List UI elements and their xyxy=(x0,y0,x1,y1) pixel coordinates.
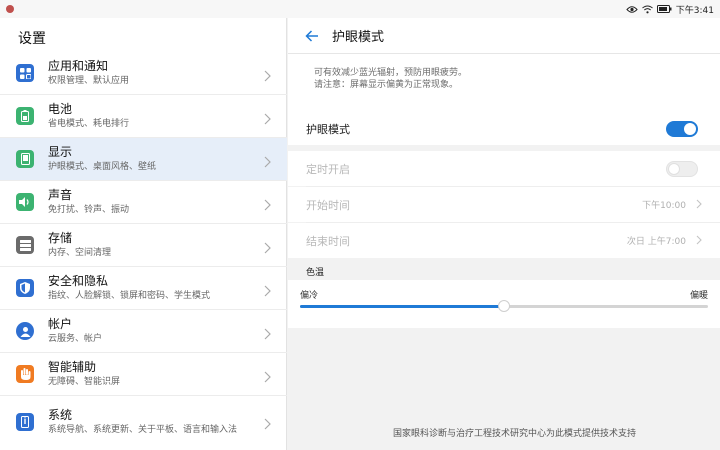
color-temp-block: 偏冷 偏暖 xyxy=(288,280,720,328)
back-button[interactable] xyxy=(302,26,322,46)
color-temp-slider[interactable] xyxy=(300,300,708,312)
chevron-right-icon xyxy=(264,325,271,344)
chevron-right-icon xyxy=(264,239,271,258)
chevron-right-icon xyxy=(264,368,271,387)
slider-fill xyxy=(300,305,504,308)
temp-cold-label: 偏冷 xyxy=(300,291,319,301)
toggle-knob xyxy=(668,162,680,175)
sidebar-item-account[interactable]: 帐户 云服务、帐户 xyxy=(0,310,287,353)
eye-comfort-row[interactable]: 护眼模式 xyxy=(288,112,720,145)
battery-icon xyxy=(16,107,34,125)
sidebar-item-title: 智能辅助 xyxy=(48,360,97,374)
page-title: 护眼模式 xyxy=(332,30,385,45)
eye-comfort-toggle[interactable] xyxy=(666,120,698,137)
start-time-value: 下午10:00 xyxy=(642,201,686,211)
notification-icon xyxy=(6,5,14,13)
sidebar-item-assist[interactable]: 智能辅助 无障碍、智能识屏 xyxy=(0,353,287,396)
chevron-right-icon xyxy=(264,67,271,86)
sidebar-item-subtitle: 云服务、帐户 xyxy=(48,334,103,344)
end-time-label: 结束时间 xyxy=(306,234,350,248)
sidebar-item-title: 应用和通知 xyxy=(48,59,109,73)
scheduled-toggle[interactable] xyxy=(666,160,698,177)
end-time-value: 次日 上午7:00 xyxy=(626,237,686,247)
sidebar-item-display[interactable]: 显示 护眼模式、桌面风格、壁纸 xyxy=(0,138,287,181)
sidebar-item-title: 存储 xyxy=(48,231,73,245)
arrow-left-icon xyxy=(305,29,318,42)
status-time: 下午3:41 xyxy=(675,5,714,16)
start-time-row[interactable]: 开始时间 下午10:00 xyxy=(288,187,720,222)
shield-icon xyxy=(16,279,34,297)
slider-thumb[interactable] xyxy=(498,300,510,312)
chevron-right-icon xyxy=(264,196,271,215)
description-line: 请注意：屏幕显示偏黄为正常现象。 xyxy=(314,80,459,90)
tech-support-note: 国家眼科诊断与治疗工程技术研究中心为此模式提供技术支持 xyxy=(392,429,636,439)
toggle-knob xyxy=(684,122,696,135)
mode-description: 可有效减少蓝光辐射，预防用眼疲劳。 请注意：屏幕显示偏黄为正常现象。 xyxy=(288,54,720,112)
display-icon xyxy=(16,150,34,168)
sidebar-item-title: 系统 xyxy=(48,408,73,422)
sidebar-item-system[interactable]: 系统 系统导航、系统更新、关于平板、语言和输入法 xyxy=(0,396,287,448)
sidebar-item-title: 电池 xyxy=(48,102,73,116)
description-line: 可有效减少蓝光辐射，预防用眼疲劳。 xyxy=(314,68,468,78)
sidebar-item-title: 安全和隐私 xyxy=(48,274,109,288)
system-icon xyxy=(16,413,34,431)
sidebar-item-subtitle: 系统导航、系统更新、关于平板、语言和输入法 xyxy=(48,425,238,435)
sidebar-item-sound[interactable]: 声音 免打扰、铃声、振动 xyxy=(0,181,287,224)
color-temp-section-label: 色温 xyxy=(288,258,720,280)
chevron-right-icon xyxy=(264,153,271,172)
sidebar-item-subtitle: 省电模式、耗电排行 xyxy=(48,119,130,129)
eye-comfort-panel: 护眼模式 可有效减少蓝光辐射，预防用眼疲劳。 请注意：屏幕显示偏黄为正常现象。 … xyxy=(288,18,720,450)
chevron-right-icon xyxy=(264,282,271,301)
sidebar-item-subtitle: 内存、空间清理 xyxy=(48,248,112,258)
eye-icon xyxy=(626,5,638,14)
eye-comfort-label: 护眼模式 xyxy=(306,122,350,136)
chevron-right-icon xyxy=(696,199,702,212)
sidebar-item-subtitle: 护眼模式、桌面风格、壁纸 xyxy=(48,162,157,172)
sidebar-item-subtitle: 权限管理、默认应用 xyxy=(48,76,130,86)
status-bar: 下午3:41 xyxy=(0,0,720,18)
panel-header: 护眼模式 xyxy=(288,18,720,54)
sound-icon xyxy=(16,193,34,211)
sidebar-item-title: 帐户 xyxy=(48,317,73,331)
sidebar-item-battery[interactable]: 电池 省电模式、耗电排行 xyxy=(0,95,287,138)
wifi-icon xyxy=(641,5,653,14)
sidebar-item-storage[interactable]: 存储 内存、空间清理 xyxy=(0,224,287,267)
scheduled-row[interactable]: 定时开启 xyxy=(288,151,720,186)
start-time-label: 开始时间 xyxy=(306,198,350,212)
chevron-right-icon xyxy=(696,235,702,248)
end-time-row[interactable]: 结束时间 次日 上午7:00 xyxy=(288,223,720,258)
sidebar-item-security[interactable]: 安全和隐私 指纹、人脸解锁、锁屏和密码、学生模式 xyxy=(0,267,287,310)
sidebar-item-title: 声音 xyxy=(48,188,73,202)
scheduled-label: 定时开启 xyxy=(306,162,350,176)
account-icon xyxy=(16,322,34,340)
battery-status-icon xyxy=(656,5,672,13)
chevron-right-icon xyxy=(264,110,271,129)
settings-title: 设置 xyxy=(18,31,46,47)
hand-icon xyxy=(16,365,34,383)
sidebar-item-apps[interactable]: 应用和通知 权限管理、默认应用 xyxy=(0,52,287,95)
sidebar-item-subtitle: 免打扰、铃声、振动 xyxy=(48,205,130,215)
temp-warm-label: 偏暖 xyxy=(689,291,708,301)
settings-sidebar: 设置 应用和通知 权限管理、默认应用 电池 省电模式、耗电排行 显示 护眼模式、… xyxy=(0,18,287,450)
sidebar-item-subtitle: 指纹、人脸解锁、锁屏和密码、学生模式 xyxy=(48,291,211,301)
storage-icon xyxy=(16,236,34,254)
sidebar-item-subtitle: 无障碍、智能识屏 xyxy=(48,377,121,387)
sidebar-item-title: 显示 xyxy=(48,145,73,159)
chevron-right-icon xyxy=(264,415,271,434)
apps-icon xyxy=(16,64,34,82)
